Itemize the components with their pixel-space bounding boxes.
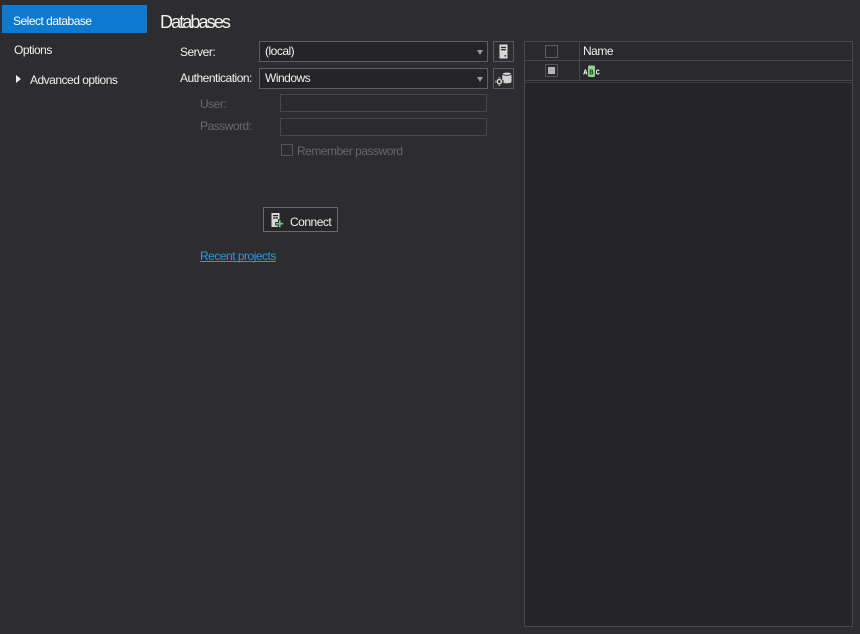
- svg-text:C: C: [596, 70, 600, 78]
- svg-text:A: A: [583, 70, 588, 78]
